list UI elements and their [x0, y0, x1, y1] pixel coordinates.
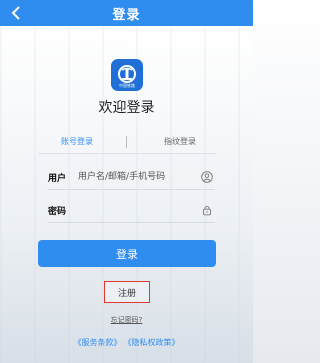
forgot-password-link[interactable]: 忘记密码?	[0, 315, 253, 325]
username-field: 用户	[48, 166, 215, 190]
register-link[interactable]: 注册	[104, 281, 150, 303]
tab-divider	[126, 136, 127, 148]
user-icon	[201, 171, 213, 183]
username-label: 用户	[48, 174, 67, 184]
terms-link[interactable]: 《服务条款》	[74, 338, 122, 347]
login-button[interactable]: 登录	[38, 240, 216, 267]
lock-icon	[203, 205, 211, 216]
username-input[interactable]	[78, 168, 198, 186]
tab-account-login[interactable]: 账号登录	[61, 136, 93, 147]
welcome-heading: 欢迎登录	[98, 100, 155, 116]
password-field: 密码	[48, 199, 215, 223]
privacy-link[interactable]: 《隐私权政策》	[128, 338, 180, 347]
forgot-password-label: 忘记密码?	[110, 316, 143, 324]
register-label: 注册	[117, 288, 136, 299]
tab-fingerprint-login[interactable]: 指纹登录	[164, 136, 196, 147]
logo-caption: 中国铁路	[119, 83, 135, 88]
password-label: 密码	[48, 207, 67, 217]
title-bar: 登录	[0, 0, 253, 26]
password-input[interactable]	[78, 201, 198, 219]
policy-links: 《服务条款》 《隐私权政策》	[0, 337, 253, 348]
tab-divider-line	[38, 153, 216, 154]
page-title: 登录	[112, 8, 141, 23]
app-logo: 中国铁路	[111, 59, 143, 91]
